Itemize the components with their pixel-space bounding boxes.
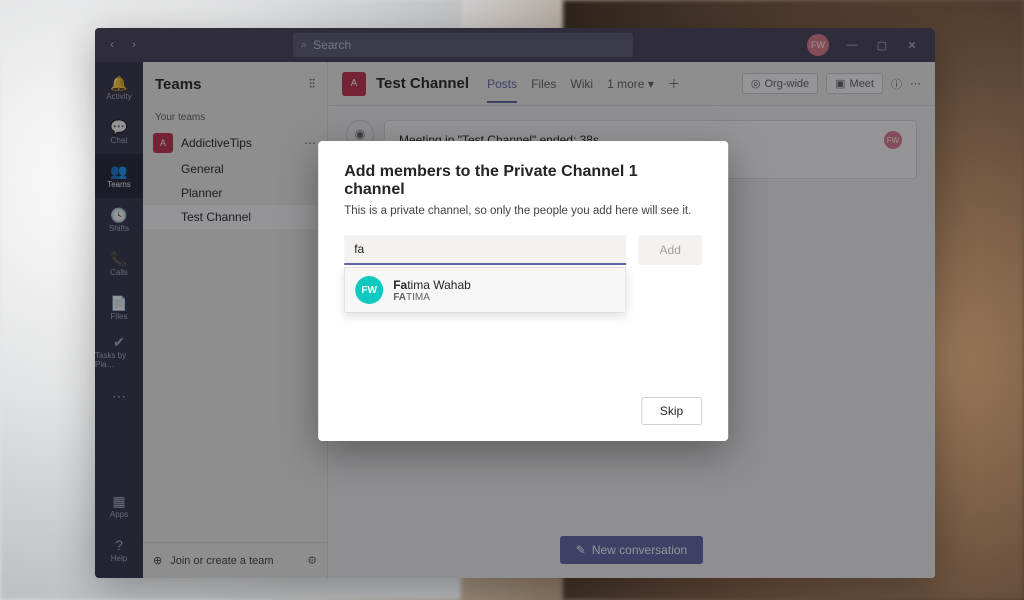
add-members-dialog: Add members to the Private Channel 1 cha…	[318, 141, 728, 441]
add-button[interactable]: Add	[638, 235, 702, 265]
app-window: ‹ › ⌕ Search FW — ▢ ✕ 🔔Activity 💬Chat 👥T…	[95, 28, 935, 578]
dialog-subtitle: This is a private channel, so only the p…	[344, 205, 702, 217]
suggestion-sub: FATIMA	[393, 292, 471, 303]
suggestion-avatar: FW	[355, 276, 383, 304]
skip-button[interactable]: Skip	[641, 397, 702, 425]
dialog-title: Add members to the Private Channel 1 cha…	[344, 163, 702, 199]
member-search-input[interactable]	[344, 235, 626, 265]
suggestion-list: FW Fatima Wahab FATIMA	[344, 267, 626, 313]
suggestion-name: Fatima Wahab	[393, 278, 471, 292]
suggestion-item[interactable]: FW Fatima Wahab FATIMA	[345, 268, 625, 312]
